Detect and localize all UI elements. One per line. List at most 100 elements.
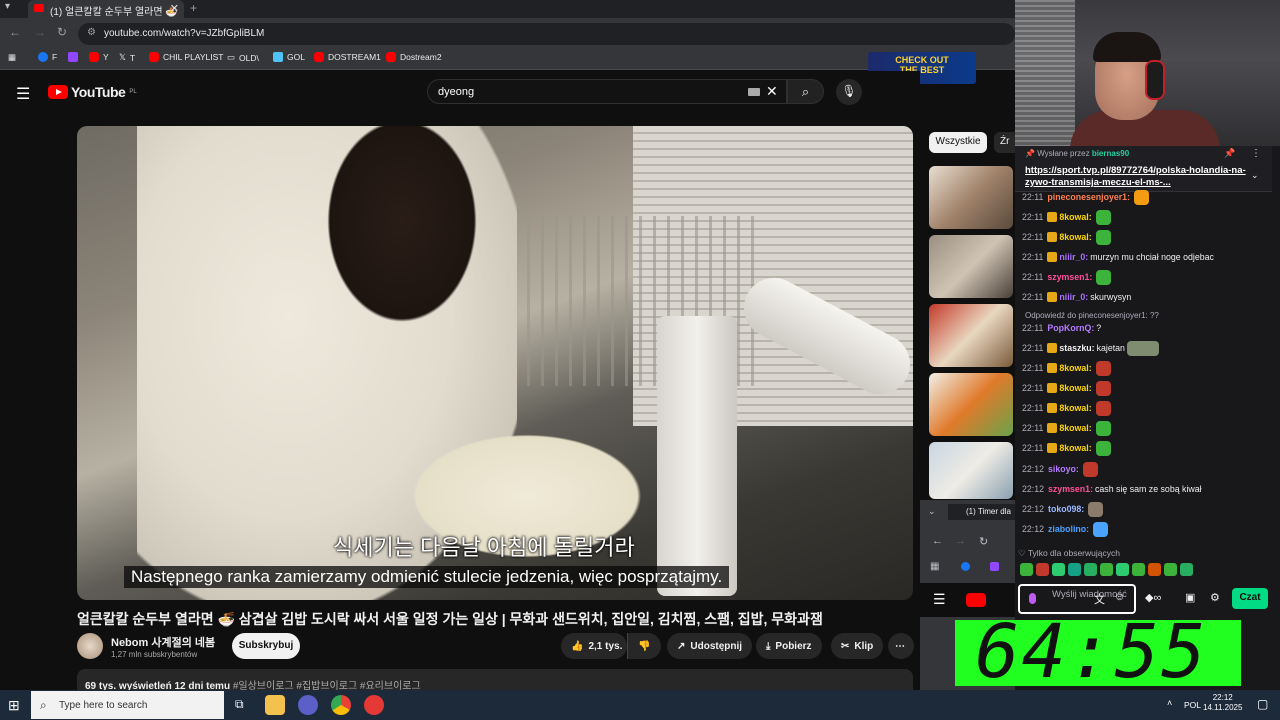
chat-message[interactable]: 22:11 staszku: kajetan [1022, 340, 1272, 356]
chat-username[interactable]: niiir_0: [1059, 252, 1088, 262]
chat-message[interactable]: 22:12 sikoyo: [1022, 461, 1272, 477]
like-button[interactable]: 👍 2,1 tys. [561, 633, 627, 659]
forward-icon[interactable]: → [955, 535, 966, 547]
windows-start-icon[interactable]: ⊞ [8, 697, 20, 714]
pinned-link[interactable]: https://sport.tvp.pl/89772764/polska-hol… [1025, 165, 1250, 189]
emote-icon[interactable] [1052, 563, 1065, 576]
obs-icon[interactable] [364, 695, 384, 715]
share-button[interactable]: ↗ Udostępnij [667, 633, 753, 659]
discord-icon[interactable] [298, 695, 318, 715]
bookmark-dostream1[interactable]: DOSTREAM1 [314, 52, 381, 62]
more-icon[interactable]: ⋮ [1251, 148, 1261, 159]
emote-icon[interactable] [1164, 563, 1177, 576]
download-button[interactable]: ⤓ Pobierz [756, 633, 822, 659]
chat-message[interactable]: 22:12 ziabolino: [1022, 521, 1272, 537]
browser-tab[interactable]: (1) 얼큰칼칼 순두부 열라면 🍜 ✕ [28, 0, 184, 18]
chat-username[interactable]: 8kowal: [1059, 403, 1091, 413]
chat-message[interactable]: 22:11 8kowal: [1022, 229, 1272, 245]
chat-message[interactable]: 22:11 8kowal: [1022, 440, 1272, 456]
menu-icon[interactable]: ☰ [933, 591, 946, 608]
back-icon[interactable]: ← [932, 535, 943, 547]
address-bar[interactable]: ⚙ youtube.com/watch?v=JZbfGpliBLM [78, 23, 1015, 45]
translate-icon[interactable]: 文 [1094, 591, 1105, 607]
menu-icon[interactable]: ☰ [16, 84, 30, 104]
clock[interactable]: 22:12 14.11.2025 [1203, 693, 1242, 713]
back-icon[interactable]: ← [9, 25, 21, 39]
subscribe-button[interactable]: Subskrybuj [232, 633, 300, 659]
chat-username[interactable]: toko098: [1048, 504, 1084, 514]
chat-message[interactable]: 22:11 szymsen1: [1022, 269, 1272, 285]
chat-username[interactable]: pineconesenjoyer1: [1047, 192, 1130, 202]
chat-username[interactable]: 8kowal: [1059, 443, 1091, 453]
chat-username[interactable]: niiir_0: [1059, 292, 1088, 302]
search-input[interactable]: dyeong [427, 79, 787, 104]
emote-icon[interactable] [1100, 563, 1113, 576]
bookmark-chil-playlist[interactable]: CHIL PLAYLIST [149, 52, 223, 62]
emote-icon[interactable] [1068, 563, 1081, 576]
bookmark-twitch[interactable] [68, 52, 78, 62]
emote-icon[interactable] [1180, 563, 1193, 576]
reload-icon[interactable]: ↻ [979, 535, 988, 548]
chat-send-button[interactable]: Czat [1232, 588, 1268, 609]
emote-icon[interactable] [1084, 563, 1097, 576]
chat-username[interactable]: 8kowal: [1059, 232, 1091, 242]
chat-message[interactable]: 22:11 niiir_0: murzyn mu chciał noge odjeb… [1022, 249, 1272, 265]
recommended-thumbnail[interactable] [929, 304, 1013, 367]
bookmark-old[interactable]: ▭ OLD\ [227, 52, 259, 63]
clear-search-icon[interactable]: ✕ [766, 83, 778, 100]
chat-message[interactable]: 22:12 szymsen1: cash się sam ze sobą kiwał [1022, 481, 1272, 497]
bookmark-t[interactable]: 𝕏T [119, 52, 135, 63]
tab-search-icon[interactable]: ▾ [5, 1, 10, 12]
chat-username[interactable]: szymsen1: [1048, 484, 1093, 494]
taskbar-search[interactable]: ⌕ Type here to search [31, 691, 224, 719]
emote-icon[interactable] [1020, 563, 1033, 576]
chat-message[interactable]: 22:11 8kowal: [1022, 400, 1272, 416]
mic-icon[interactable] [1029, 593, 1036, 604]
tray-chevron-icon[interactable]: ˄ [1167, 698, 1172, 708]
bits-icon[interactable]: ◆∞ [1145, 591, 1161, 604]
site-info-icon[interactable]: ⚙ [87, 27, 96, 38]
notification-icon[interactable]: ▢ [1257, 697, 1268, 711]
emote-icon[interactable] [1148, 563, 1161, 576]
chat-message[interactable]: 22:11 pineconesenjoyer1: [1022, 189, 1272, 205]
youtube-logo[interactable]: YouTube PL [48, 84, 137, 100]
forward-icon[interactable]: → [34, 25, 46, 39]
recommended-thumbnail[interactable] [929, 373, 1013, 436]
pin-icon[interactable]: 📌 [1224, 148, 1235, 159]
emote-picker-icon[interactable]: ☺ [1114, 591, 1125, 603]
voice-search-button[interactable]: 🎙 [836, 79, 862, 105]
more-actions-button[interactable]: ⋯ [888, 633, 914, 659]
chat-message[interactable]: 22:12 toko098: [1022, 501, 1272, 517]
chat-username[interactable]: 8kowal: [1059, 383, 1091, 393]
recommended-thumbnail[interactable] [929, 235, 1013, 298]
nested-browser-tab[interactable]: (1) Timer dla [948, 504, 1018, 520]
twitch-icon[interactable] [990, 562, 999, 571]
language-indicator[interactable]: POL [1184, 700, 1201, 710]
chip-all[interactable]: Wszystkie [929, 132, 987, 153]
clip-button[interactable]: ✂ Klip [831, 633, 884, 659]
reload-icon[interactable]: ↻ [57, 25, 67, 39]
chat-username[interactable]: szymsen1: [1047, 272, 1092, 282]
chevron-down-icon[interactable]: ⌄ [1251, 170, 1259, 181]
keyboard-icon[interactable] [748, 88, 760, 96]
emote-icon[interactable] [1116, 563, 1129, 576]
tab-close-icon[interactable]: ✕ [170, 2, 179, 15]
bookmark-dostream2[interactable]: Dostream2 [386, 52, 442, 62]
pinned-user[interactable]: biernas90 [1092, 149, 1129, 158]
chat-username[interactable]: 8kowal: [1059, 212, 1091, 222]
search-button[interactable]: ⌕ [787, 79, 824, 104]
file-explorer-icon[interactable] [265, 695, 285, 715]
emote-icon[interactable] [1036, 563, 1049, 576]
recommended-thumbnail[interactable] [929, 166, 1013, 229]
store-icon[interactable]: ▣ [1185, 591, 1195, 604]
chat-message[interactable]: 22:11 8kowal: [1022, 420, 1272, 436]
task-view-icon[interactable]: ⧉ [235, 697, 244, 712]
bookmark-gol[interactable]: GOL [273, 52, 305, 62]
chat-username[interactable]: sikoyo: [1048, 464, 1079, 474]
tab-search-icon[interactable]: ⌄ [928, 506, 936, 517]
facebook-icon[interactable] [961, 562, 970, 571]
channel-avatar[interactable] [77, 633, 103, 659]
chat-message[interactable]: 22:11 niiir_0: skurwysyn [1022, 289, 1272, 305]
channel-name[interactable]: Nebom 사계절의 네봄 [111, 634, 215, 650]
apps-grid-icon[interactable]: ▦ [8, 52, 16, 63]
